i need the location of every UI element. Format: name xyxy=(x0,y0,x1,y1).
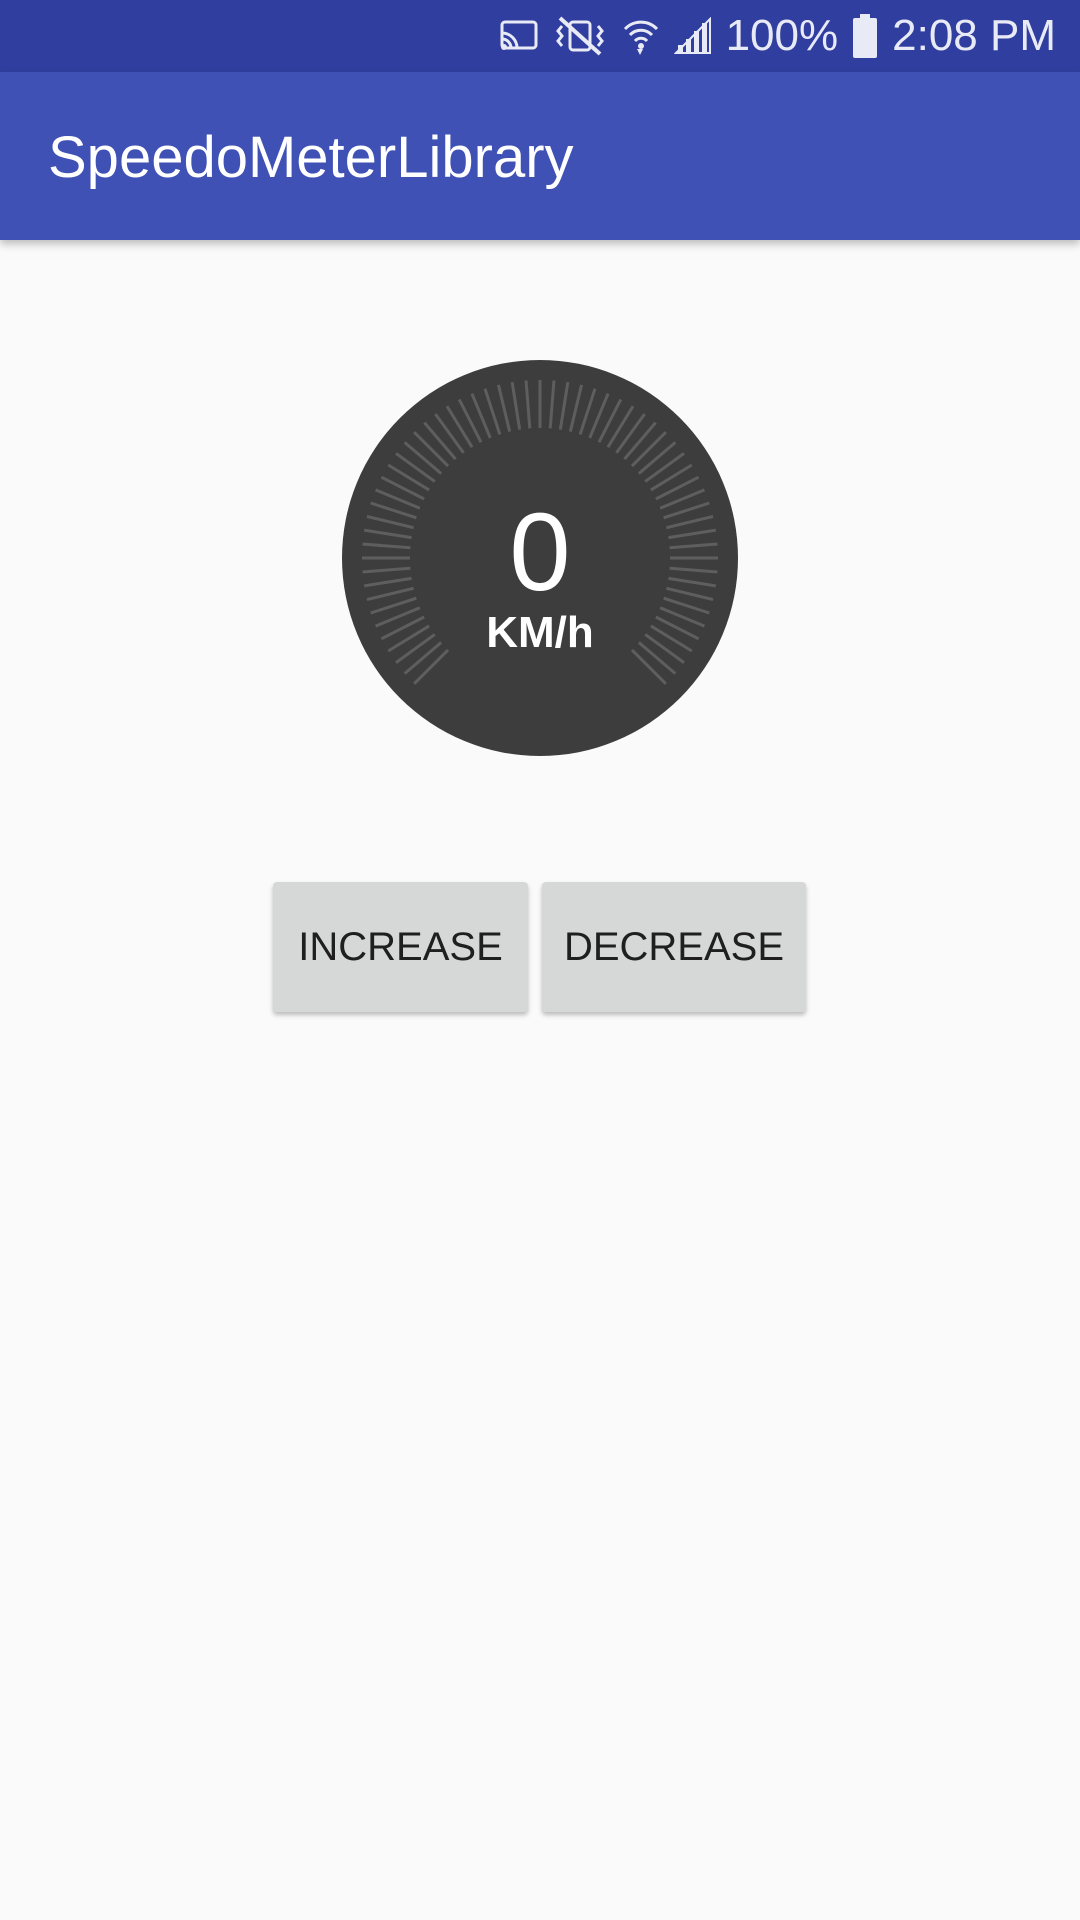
status-bar: 100% 2:08 PM xyxy=(0,0,1080,72)
speedometer: 0 KM/h xyxy=(340,358,740,758)
speed-unit: KM/h xyxy=(486,608,594,657)
battery-icon xyxy=(852,14,878,58)
battery-percentage: 100% xyxy=(725,11,839,60)
vibrate-mute-icon xyxy=(552,16,608,56)
decrease-button[interactable]: DECREASE xyxy=(542,882,806,1012)
status-icons: 100% 2:08 PM xyxy=(500,0,1056,72)
app-title: SpeedoMeterLibrary xyxy=(48,125,574,190)
wifi-icon xyxy=(622,15,660,57)
signal-icon xyxy=(673,17,712,55)
increase-button[interactable]: INCREASE xyxy=(273,882,528,1012)
app-bar: SpeedoMeterLibrary xyxy=(0,72,1080,240)
cast-icon xyxy=(500,19,538,53)
status-time: 2:08 PM xyxy=(892,11,1056,60)
speed-value: 0 xyxy=(509,491,571,614)
